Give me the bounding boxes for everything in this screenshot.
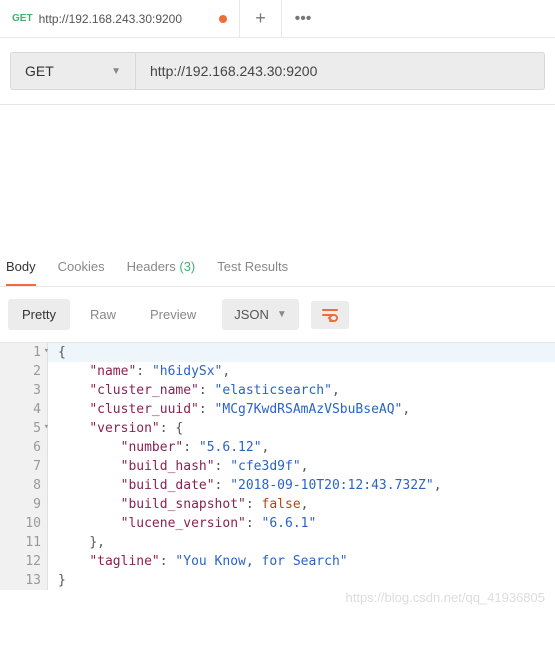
- tab-body[interactable]: Body: [6, 251, 36, 286]
- chevron-down-icon: ▼: [277, 309, 287, 320]
- method-value: GET: [25, 63, 111, 79]
- code-text: "build_hash": "cfe3d9f",: [48, 457, 308, 476]
- tab-method-label: GET: [12, 13, 33, 24]
- request-row: GET ▼ http://192.168.243.30:9200: [0, 38, 555, 104]
- raw-button[interactable]: Raw: [76, 299, 130, 330]
- code-line: 11 },: [0, 533, 555, 552]
- code-text: "tagline": "You Know, for Search": [48, 552, 348, 571]
- code-text: "cluster_uuid": "MCg7KwdRSAmAzVSbuBseAQ"…: [48, 400, 410, 419]
- code-line: 8 "build_date": "2018-09-10T20:12:43.732…: [0, 476, 555, 495]
- code-line: 3 "cluster_name": "elasticsearch",: [0, 381, 555, 400]
- fold-icon[interactable]: ▾: [44, 346, 49, 356]
- request-tab[interactable]: GET http://192.168.243.30:9200: [0, 0, 240, 37]
- tab-cookies[interactable]: Cookies: [58, 251, 105, 286]
- code-line: 6 "number": "5.6.12",: [0, 438, 555, 457]
- pretty-button[interactable]: Pretty: [8, 299, 70, 330]
- code-line: 10 "lucene_version": "6.6.1": [0, 514, 555, 533]
- code-text: {: [48, 343, 66, 362]
- code-text: "lucene_version": "6.6.1": [48, 514, 316, 533]
- code-text: "build_snapshot": false,: [48, 495, 308, 514]
- method-select[interactable]: GET ▼: [10, 52, 136, 90]
- request-body-area: [0, 113, 555, 243]
- code-line: 9 "build_snapshot": false,: [0, 495, 555, 514]
- code-line: 1▾{: [0, 343, 555, 362]
- tab-test-results[interactable]: Test Results: [217, 251, 288, 286]
- format-select[interactable]: JSON ▼: [222, 299, 299, 330]
- code-text: },: [48, 533, 105, 552]
- format-value: JSON: [234, 307, 269, 322]
- code-line: 4 "cluster_uuid": "MCg7KwdRSAmAzVSbuBseA…: [0, 400, 555, 419]
- plus-icon: +: [255, 8, 266, 29]
- code-text: "version": {: [48, 419, 183, 438]
- url-input[interactable]: http://192.168.243.30:9200: [136, 52, 545, 90]
- tabs-bar: GET http://192.168.243.30:9200 + •••: [0, 0, 555, 38]
- viewer-controls: Pretty Raw Preview JSON ▼: [0, 287, 555, 342]
- unsaved-indicator-icon: [219, 15, 227, 23]
- fold-icon[interactable]: ▾: [44, 422, 49, 432]
- ellipsis-icon: •••: [295, 10, 312, 28]
- code-text: "build_date": "2018-09-10T20:12:43.732Z"…: [48, 476, 442, 495]
- wrap-icon: [321, 307, 339, 323]
- chevron-down-icon: ▼: [111, 66, 121, 77]
- add-tab-button[interactable]: +: [240, 0, 282, 37]
- code-line: 12 "tagline": "You Know, for Search": [0, 552, 555, 571]
- code-text: "name": "h6idySx",: [48, 362, 230, 381]
- url-value: http://192.168.243.30:9200: [150, 63, 317, 79]
- preview-button[interactable]: Preview: [136, 299, 210, 330]
- code-line: 5▾ "version": {: [0, 419, 555, 438]
- watermark: https://blog.csdn.net/qq_41936805: [0, 584, 555, 615]
- tab-headers[interactable]: Headers (3): [127, 251, 196, 286]
- divider: [0, 104, 555, 105]
- code-text: "number": "5.6.12",: [48, 438, 269, 457]
- code-line: 2 "name": "h6idySx",: [0, 362, 555, 381]
- code-text: "cluster_name": "elasticsearch",: [48, 381, 340, 400]
- headers-count: (3): [179, 259, 195, 274]
- response-tabs: Body Cookies Headers (3) Test Results: [0, 243, 555, 287]
- wrap-lines-button[interactable]: [311, 301, 349, 329]
- tab-url-label: http://192.168.243.30:9200: [39, 12, 182, 26]
- response-body[interactable]: 1▾{ 2 "name": "h6idySx", 3 "cluster_name…: [0, 342, 555, 590]
- more-tabs-button[interactable]: •••: [282, 0, 324, 37]
- code-line: 7 "build_hash": "cfe3d9f",: [0, 457, 555, 476]
